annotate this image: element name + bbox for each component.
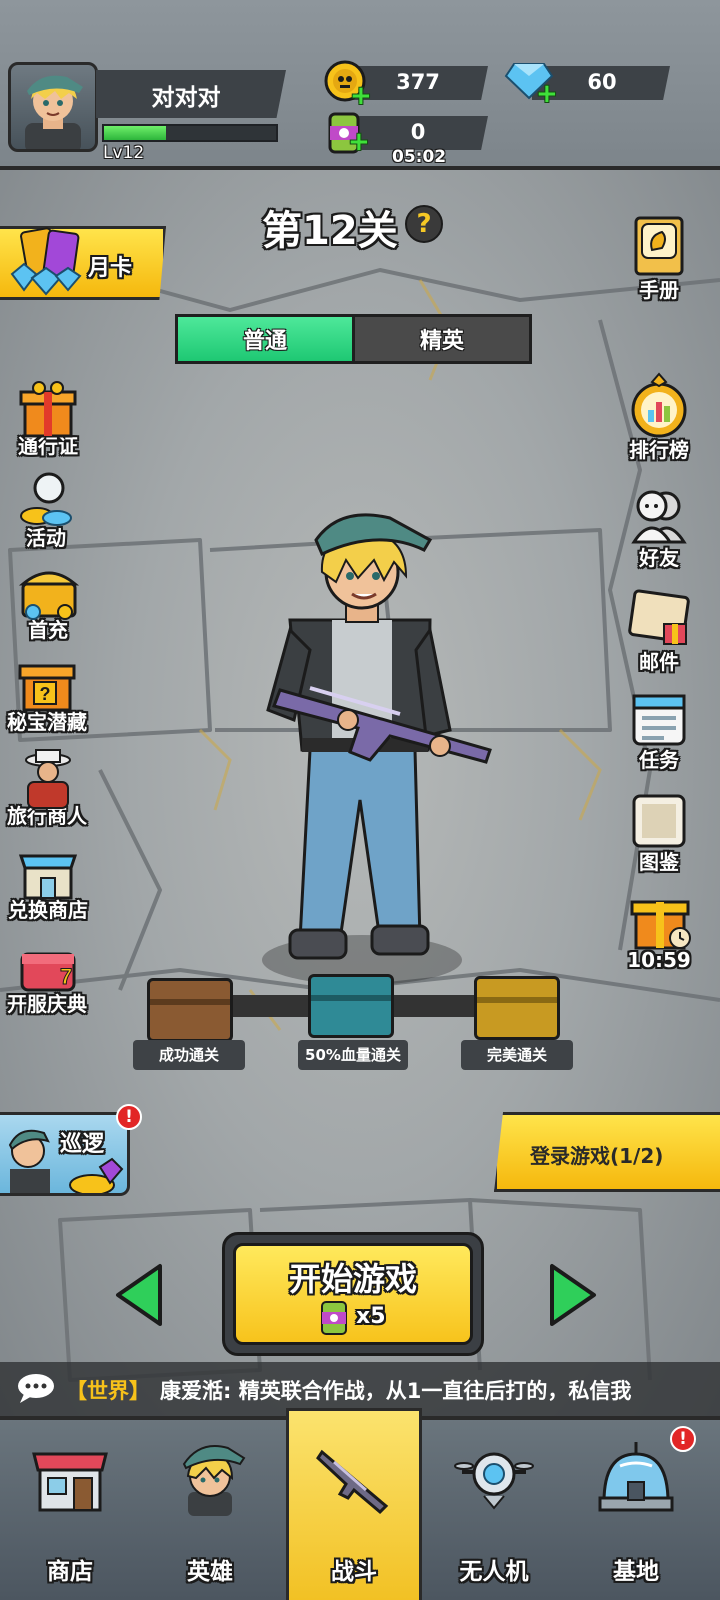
nav-hero[interactable]: 英雄	[140, 1420, 280, 1600]
chest-half-hp[interactable]	[308, 974, 394, 1038]
svg-text:7: 7	[60, 964, 72, 989]
friends-icon	[626, 484, 692, 546]
tab-elite[interactable]: 精英	[355, 317, 529, 361]
gold-amount: 377	[396, 70, 440, 94]
chest-clear-label: 成功通关	[133, 1040, 245, 1070]
hero-portrait-icon	[25, 75, 83, 149]
side-item-codex[interactable]: 图鉴	[609, 790, 709, 875]
codex-icon	[626, 790, 692, 850]
side-label-friends: 好友	[639, 546, 679, 570]
xp-progress-fill	[104, 126, 166, 140]
energy-cost-icon	[318, 1298, 350, 1338]
chat-channel-label: 【世界】	[66, 1379, 150, 1403]
rifle-icon	[314, 1436, 394, 1516]
mail-icon	[626, 584, 692, 650]
nav-base-label: 基地	[613, 1559, 659, 1585]
month-card-label: 月卡	[88, 256, 133, 281]
side-item-friends[interactable]: 好友	[609, 484, 709, 571]
svg-text:?: ?	[40, 684, 51, 704]
side-item-exchange-shop[interactable]: 兑换商店	[0, 842, 98, 923]
month-card-icon	[6, 226, 90, 296]
nav-drone-label: 无人机	[459, 1559, 529, 1585]
leaderboard-icon	[626, 372, 692, 438]
side-item-leaderboard[interactable]: 排行榜	[609, 372, 709, 463]
add-energy-button[interactable]: +	[348, 129, 370, 155]
nav-battle[interactable]: 战斗	[284, 1420, 424, 1600]
chest-clear[interactable]	[147, 978, 233, 1042]
chat-latest-message: 康爱湉: 精英联合作战，从1一直往后打的，私信我	[160, 1379, 632, 1403]
side-label-manual: 手册	[639, 278, 679, 302]
side-label-leaderboard: 排行榜	[629, 438, 689, 462]
difficulty-tabs: 普通 精英	[175, 314, 532, 364]
timed-gift-icon	[626, 890, 692, 952]
side-item-merchant[interactable]: 旅行商人	[0, 748, 97, 829]
stage-help-button[interactable]: ?	[405, 205, 443, 243]
task-calendar-icon	[626, 686, 692, 748]
login-task-label: 登录游戏(1/2)	[530, 1144, 664, 1168]
activity-coins-icon	[13, 470, 79, 526]
side-item-launch-celebration[interactable]: 7 开服庆典	[0, 936, 97, 1017]
side-item-tasks[interactable]: 任务	[609, 686, 709, 773]
start-game-label: 开始游戏	[288, 1260, 417, 1298]
side-item-mail[interactable]: 邮件	[609, 584, 709, 675]
arrow-left-icon	[116, 1264, 162, 1326]
hero-icon	[170, 1436, 250, 1516]
player-name: 对对对	[151, 85, 221, 111]
chest-perfect[interactable]	[474, 976, 560, 1040]
xp-progress-bar	[102, 124, 278, 142]
player-avatar[interactable]	[8, 62, 98, 152]
side-item-first-recharge[interactable]: 首充	[0, 562, 98, 643]
nav-drone[interactable]: 无人机	[424, 1420, 564, 1600]
tab-normal[interactable]: 普通	[178, 317, 352, 361]
drone-icon	[454, 1436, 534, 1516]
base-alert-badge: !	[670, 1426, 696, 1452]
side-item-hidden-treasure[interactable]: ? 秘宝潜藏	[0, 654, 97, 735]
merchant-icon	[14, 748, 80, 809]
nav-battle-label: 战斗	[331, 1559, 377, 1585]
chest-half-hp-label: 50%血量通关	[298, 1040, 408, 1070]
nav-store-label: 商店	[47, 1559, 93, 1585]
side-item-timed-gift[interactable]: 10:59	[609, 890, 709, 972]
hero-soldier-icon	[266, 513, 492, 960]
energy-refill-timer: 05:02	[392, 147, 447, 167]
gem-amount: 60	[587, 70, 617, 94]
celebration-chest-icon: 7	[14, 936, 80, 992]
mystery-gift-icon: ?	[14, 654, 80, 712]
side-label-mail: 邮件	[639, 650, 679, 674]
patrol-label: 巡逻	[60, 1132, 105, 1157]
chat-bubble-icon[interactable]	[16, 1372, 56, 1404]
arrow-right-icon	[550, 1264, 596, 1326]
side-item-manual[interactable]: 手册	[609, 214, 709, 303]
player-level: Lv12	[103, 143, 145, 163]
next-stage-button[interactable]	[546, 1262, 598, 1328]
chest-perfect-label: 完美通关	[461, 1040, 573, 1070]
store-icon	[30, 1436, 110, 1516]
shop-icon	[15, 842, 81, 900]
prev-stage-button[interactable]	[114, 1262, 166, 1328]
patrol-alert-badge: !	[116, 1104, 142, 1130]
nav-store[interactable]: 商店	[0, 1420, 140, 1600]
manual-book-icon	[626, 214, 692, 278]
base-dome-icon	[596, 1436, 676, 1516]
side-label-tasks: 任务	[639, 748, 679, 772]
energy-amount: 0	[410, 120, 426, 144]
side-label-codex: 图鉴	[639, 850, 679, 874]
gift-box-icon	[15, 378, 81, 438]
side-item-activity[interactable]: 活动	[0, 470, 96, 551]
side-item-pass[interactable]: 通行证	[0, 378, 98, 459]
stage-title: 第12关	[262, 208, 398, 254]
hero-character	[250, 500, 530, 980]
start-game-cost: x5	[356, 1304, 386, 1329]
nav-hero-label: 英雄	[187, 1559, 233, 1585]
treasure-chest-icon	[15, 562, 81, 620]
